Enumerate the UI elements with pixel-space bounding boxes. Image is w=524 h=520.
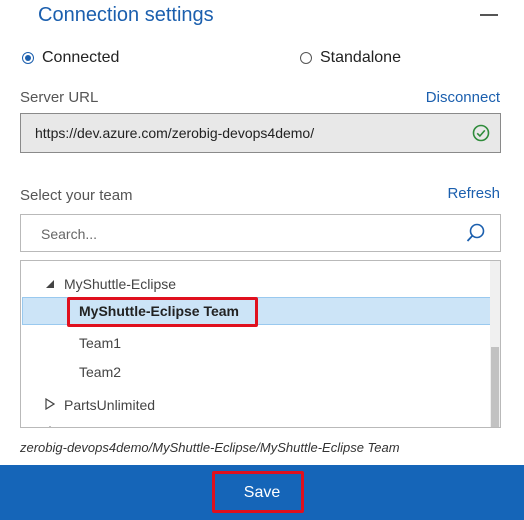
select-team-label: Select your team — [20, 187, 133, 204]
refresh-link[interactable]: Refresh — [447, 185, 500, 202]
tree-item-partsunlimited[interactable]: PartsUnlimited — [45, 392, 155, 418]
tree-item-myshuttle-eclipse[interactable]: MyShuttle-Eclipse — [45, 271, 176, 297]
annotation-highlight-save — [212, 471, 304, 513]
search-icon[interactable] — [466, 222, 486, 249]
tree-item-team1[interactable]: Team1 — [79, 330, 121, 356]
annotation-highlight-team — [67, 297, 258, 327]
radio-standalone[interactable]: Standalone — [300, 49, 401, 67]
radio-standalone-label: Standalone — [320, 49, 401, 66]
disconnect-link[interactable]: Disconnect — [426, 89, 500, 106]
scrollbar-thumb[interactable] — [491, 347, 499, 427]
tree-item-team2[interactable]: Team2 — [79, 359, 121, 385]
expanded-triangle-icon[interactable] — [45, 276, 55, 292]
selected-team-path: zerobig-devops4demo/MyShuttle-Eclipse/My… — [20, 440, 400, 455]
page-title: Connection settings — [38, 4, 214, 26]
collapsed-triangle-icon[interactable] — [45, 397, 56, 413]
partially-hidden-row-icon — [49, 421, 57, 427]
search-input[interactable] — [21, 215, 473, 253]
team-tree: MyShuttle-Eclipse MyShuttle-Eclipse Team… — [20, 260, 501, 428]
server-url-field[interactable]: https://dev.azure.com/zerobig-devops4dem… — [20, 113, 501, 153]
radio-connected[interactable]: Connected — [22, 49, 119, 67]
tree-item-label: Team2 — [79, 364, 122, 380]
tree-item-label: MyShuttle-Eclipse — [64, 276, 177, 292]
server-url-label: Server URL — [20, 89, 99, 106]
server-url-value: https://dev.azure.com/zerobig-devops4dem… — [35, 125, 315, 141]
tree-item-label: PartsUnlimited — [64, 397, 156, 413]
team-search-box — [20, 214, 501, 253]
tree-item-label: Team1 — [79, 335, 122, 351]
radio-selected-icon — [22, 52, 34, 64]
radio-connected-label: Connected — [42, 49, 120, 66]
minimize-icon[interactable] — [480, 14, 498, 16]
check-circle-icon — [472, 124, 490, 145]
tree-scrollbar[interactable] — [490, 261, 500, 427]
radio-unselected-icon — [300, 52, 312, 64]
